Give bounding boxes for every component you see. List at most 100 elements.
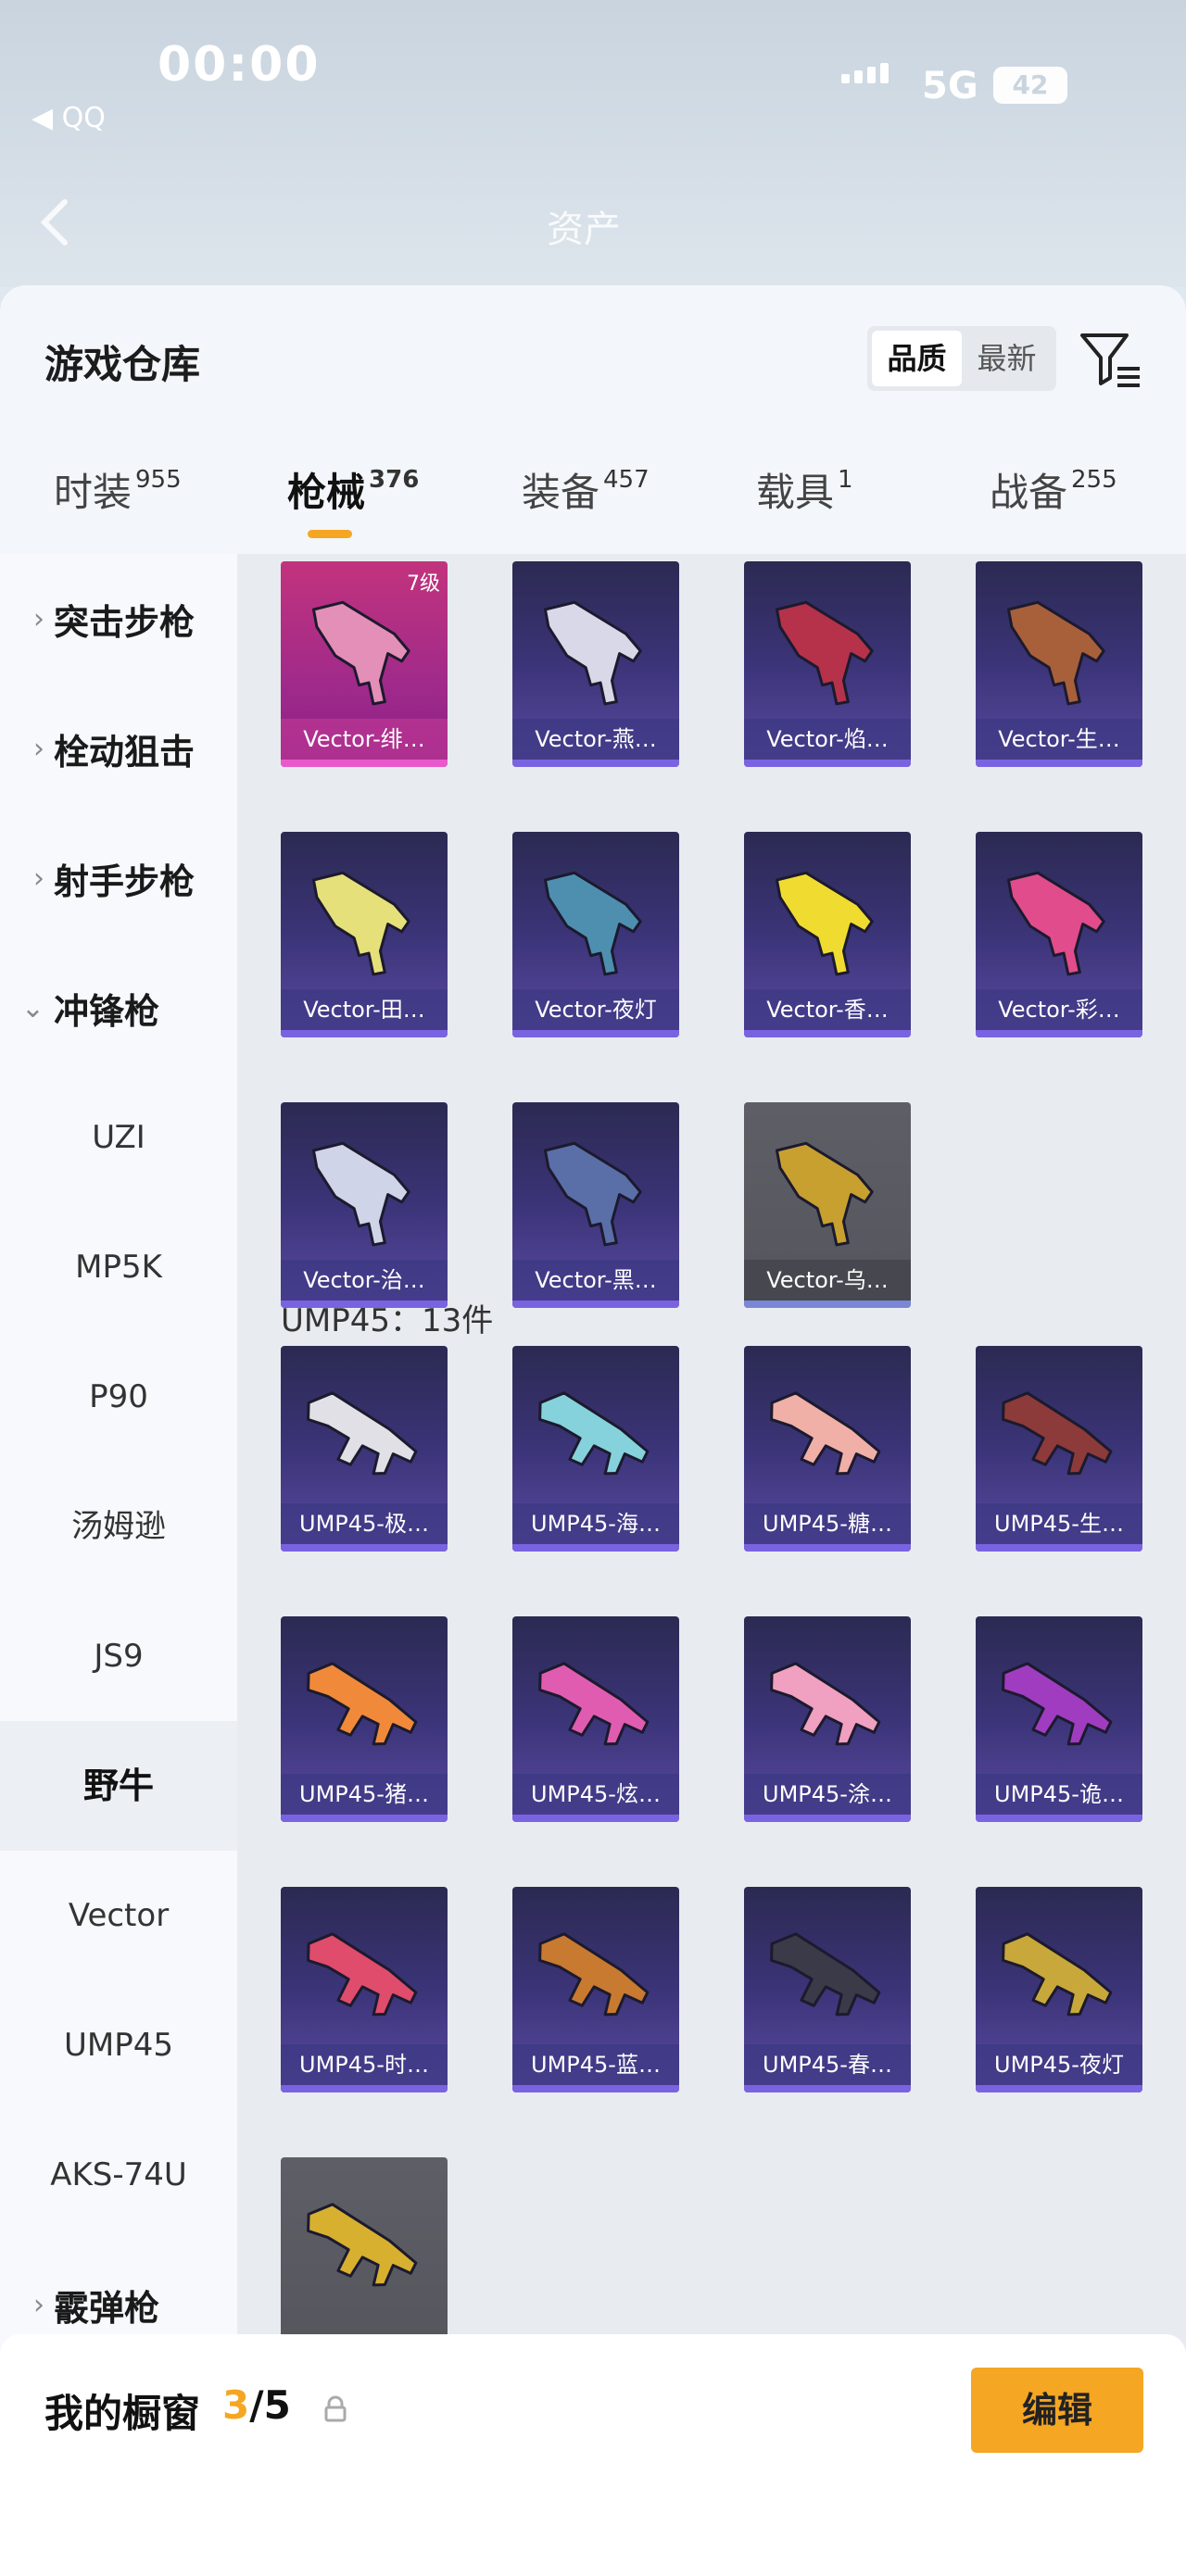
gun-skin-icon: [307, 1662, 418, 1746]
gun-skin-icon: [307, 1932, 418, 2017]
tab-equipment[interactable]: 装备 457: [522, 461, 650, 554]
gun-skin-icon: [775, 871, 874, 976]
skin-card[interactable]: UMP45-海…: [512, 1346, 679, 1552]
skin-card[interactable]: UMP45-夜灯: [976, 1887, 1142, 2092]
rarity-bar: [512, 1815, 679, 1822]
skin-card[interactable]: Vector-彩…: [976, 832, 1142, 1037]
edit-button[interactable]: 编辑: [971, 2368, 1143, 2453]
skin-card[interactable]: UMP45-猪…: [281, 1616, 448, 1822]
skin-card[interactable]: UMP45-诡…: [976, 1616, 1142, 1822]
skin-card[interactable]: Vector-黑…: [512, 1102, 679, 1308]
skin-card[interactable]: Vector-生…: [976, 561, 1142, 767]
gun-skin-icon: [1006, 600, 1105, 706]
skin-card[interactable]: Vector-治…: [281, 1102, 448, 1308]
sidebar-category-label: 射手步枪: [54, 861, 196, 902]
page-title: 资产: [547, 208, 621, 251]
sidebar-category-smg[interactable]: ⌄ 冲锋枪: [0, 943, 237, 1073]
skin-card[interactable]: Vector-焰…: [744, 561, 911, 767]
gun-skin-icon: [1002, 1391, 1113, 1476]
gun-skin-icon: [538, 1662, 650, 1746]
tab-firearms[interactable]: 枪械 376: [287, 461, 419, 554]
rarity-bar: [512, 1030, 679, 1037]
showcase-total: /5: [249, 2382, 291, 2428]
gun-skin-icon: [311, 600, 410, 706]
gun-skin-icon: [307, 2203, 418, 2287]
skin-card[interactable]: Vector-香…: [744, 832, 911, 1037]
skin-card[interactable]: UMP45-蓝…: [512, 1887, 679, 2092]
gun-skin-icon: [538, 1932, 650, 2017]
gun-skin-icon: [538, 1391, 650, 1476]
skin-name: UMP45-生…: [976, 1503, 1142, 1544]
gun-skin-icon: [543, 1141, 642, 1247]
gun-skin-icon: [307, 1391, 418, 1476]
sidebar-item-js9[interactable]: JS9: [0, 1591, 237, 1721]
sort-option-latest[interactable]: 最新: [962, 331, 1052, 386]
skin-card[interactable]: Vector-夜灯: [512, 832, 679, 1037]
weapon-skin-grid: UMP45：13件 7级 Vector-绯… Vector-燕… Vector-焰… V…: [237, 554, 1186, 2576]
skin-card[interactable]: Vector-田…: [281, 832, 448, 1037]
back-arrow-icon[interactable]: [37, 195, 74, 250]
skin-name: UMP45-炫…: [512, 1774, 679, 1815]
skin-name: UMP45-时…: [281, 2044, 448, 2085]
skin-name: Vector-生…: [976, 719, 1142, 760]
skin-card[interactable]: UMP45-春…: [744, 1887, 911, 2092]
sidebar-category-marksman-rifle[interactable]: › 射手步枪: [0, 813, 237, 943]
battery-icon: 42: [993, 67, 1067, 104]
skin-card[interactable]: UMP45-时…: [281, 1887, 448, 2092]
skin-name: Vector-夜灯: [512, 989, 679, 1030]
skin-card[interactable]: Vector-乌…: [744, 1102, 911, 1308]
sidebar-item-ump45[interactable]: UMP45: [0, 1980, 237, 2110]
skin-card[interactable]: 7级 Vector-绯…: [281, 561, 448, 767]
skin-name: Vector-治…: [281, 1260, 448, 1301]
tab-vehicles[interactable]: 载具 1: [756, 461, 853, 554]
rarity-bar: [512, 760, 679, 767]
sidebar-item-mp5k[interactable]: MP5K: [0, 1202, 237, 1332]
skin-name: UMP45-糖…: [744, 1503, 911, 1544]
sidebar-category-label: 栓动狙击: [54, 731, 196, 773]
skin-card[interactable]: Vector-燕…: [512, 561, 679, 767]
rarity-bar: [744, 1815, 911, 1822]
skin-name: Vector-彩…: [976, 989, 1142, 1030]
sort-option-quality[interactable]: 品质: [872, 331, 962, 386]
rarity-bar: [281, 2085, 448, 2092]
sidebar-item-p90[interactable]: P90: [0, 1332, 237, 1462]
skin-level-badge: 7级: [407, 572, 440, 596]
tab-label: 枪械: [287, 470, 366, 515]
skin-card[interactable]: UMP45-生…: [976, 1346, 1142, 1552]
tab-label: 战备: [990, 470, 1068, 515]
sidebar-item-thompson[interactable]: 汤姆逊: [0, 1462, 237, 1591]
filter-icon[interactable]: [1079, 330, 1143, 391]
skin-card[interactable]: UMP45-极…: [281, 1346, 448, 1552]
sidebar-item-uzi[interactable]: UZI: [0, 1073, 237, 1202]
sidebar-item-bizon[interactable]: 野牛: [0, 1721, 237, 1851]
skin-card[interactable]: UMP45-糖…: [744, 1346, 911, 1552]
rarity-bar: [976, 1544, 1142, 1552]
showcase-current: 3: [222, 2382, 250, 2428]
skin-name: UMP45-夜灯: [976, 2044, 1142, 2085]
rarity-bar: [281, 1544, 448, 1552]
gun-skin-icon: [1002, 1662, 1113, 1746]
sidebar-item-vector[interactable]: Vector: [0, 1851, 237, 1980]
skin-name: Vector-燕…: [512, 719, 679, 760]
network-type: 5G: [922, 65, 978, 107]
skin-name: UMP45-海…: [512, 1503, 679, 1544]
active-tab-indicator: [308, 530, 352, 538]
skin-name: Vector-焰…: [744, 719, 911, 760]
tab-fashion[interactable]: 时装 955: [54, 461, 182, 554]
rarity-bar: [976, 1815, 1142, 1822]
rarity-bar: [744, 1301, 911, 1308]
sidebar-category-assault-rifle[interactable]: › 突击步枪: [0, 554, 237, 684]
rarity-bar: [744, 760, 911, 767]
back-to-app-link[interactable]: ◀ QQ: [32, 102, 106, 134]
skin-card[interactable]: UMP45-炫…: [512, 1616, 679, 1822]
gun-skin-icon: [1006, 871, 1105, 976]
skin-card[interactable]: [281, 2157, 448, 2363]
skin-name: UMP45-极…: [281, 1503, 448, 1544]
chevron-right-icon: ›: [33, 861, 44, 895]
chevron-right-icon: ›: [33, 602, 44, 635]
skin-name: UMP45-蓝…: [512, 2044, 679, 2085]
skin-card[interactable]: UMP45-涂…: [744, 1616, 911, 1822]
sidebar-category-bolt-sniper[interactable]: › 栓动狙击: [0, 684, 237, 813]
tab-gear[interactable]: 战备 255: [990, 461, 1117, 554]
sidebar-item-aks74u[interactable]: AKS-74U: [0, 2110, 237, 2240]
